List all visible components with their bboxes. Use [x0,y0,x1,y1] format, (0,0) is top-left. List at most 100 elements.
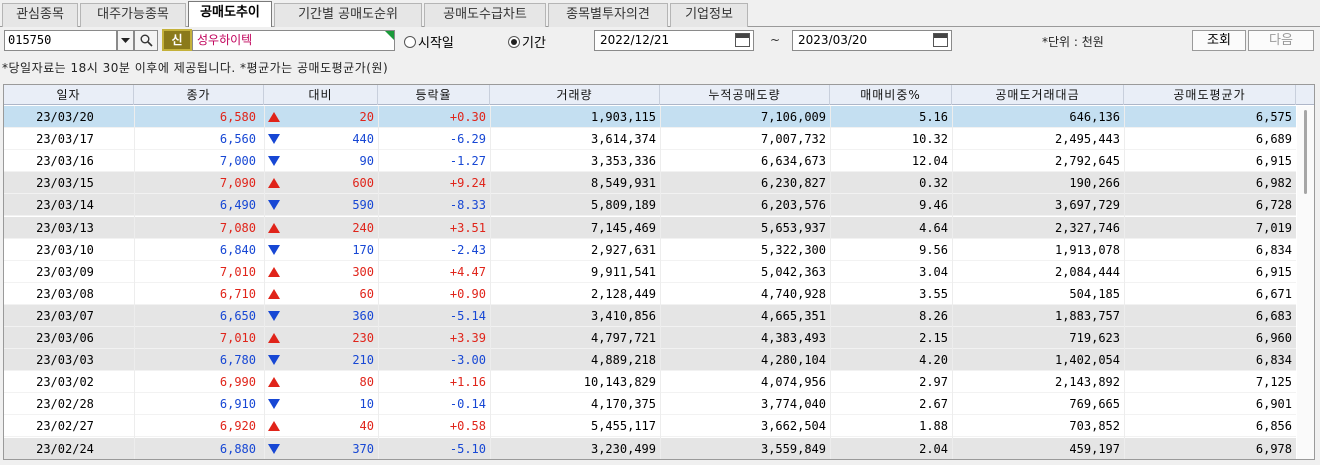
cell-change: 90 [359,154,374,169]
cell-volume: 2,128,449 [590,286,656,301]
up-triangle-icon [268,222,280,233]
table-row[interactable]: 23/03/13 7,080 240 +3.51 7,145,469 5,653,937 4… [4,216,1296,239]
cell-short-avg-price: 6,915 [1255,154,1292,169]
tab-watchlist[interactable]: 관심종목 [2,3,78,27]
cell-date: 23/03/15 [36,176,94,191]
cell-close: 6,490 [219,198,256,213]
table-row[interactable]: 23/03/02 6,990 80 +1.16 10,143,829 4,074,956 2… [4,371,1296,394]
cell-close: 6,880 [219,441,256,456]
calendar-icon[interactable] [933,33,948,47]
table-row[interactable]: 23/03/07 6,650 360 -5.14 3,410,856 4,665,351 8… [4,304,1296,327]
column-divider [952,106,953,459]
table-header: 일자 종가 대비 등락율 거래량 누적공매도량 매매비중% 공매도거래대금 공매… [4,85,1314,105]
down-triangle-icon [268,244,280,255]
table-row[interactable]: 23/03/06 7,010 230 +3.39 4,797,721 4,383,493 2… [4,327,1296,349]
scrollbar-thumb[interactable] [1304,110,1307,194]
radio-period[interactable]: 기간 [508,32,546,51]
code-search-button[interactable] [134,30,158,51]
query-button[interactable]: 조회 [1192,30,1246,51]
header-short-avg-price: 공매도평균가 [1124,85,1296,105]
cell-close: 6,780 [219,353,256,368]
cell-date: 23/03/17 [36,132,94,147]
cell-volume: 5,455,117 [590,419,656,434]
cell-volume: 9,911,541 [590,264,656,279]
cell-date: 23/03/09 [36,264,94,279]
cell-short-avg-price: 6,834 [1255,353,1292,368]
tab-borrowable-stocks[interactable]: 대주가능종목 [80,3,186,27]
cell-cumulative-short: 4,280,104 [760,353,826,368]
radio-start-date[interactable]: 시작일 [404,32,454,51]
table-row[interactable]: 23/03/15 7,090 600 +9.24 8,549,931 6,230,827 0… [4,172,1296,195]
table-row[interactable]: 23/03/20 6,580 20 +0.30 1,903,115 7,106,009 5.… [4,106,1296,128]
table-row[interactable]: 23/03/16 7,000 90 -1.27 3,353,336 6,634,673 12… [4,150,1296,173]
chevron-down-icon [121,37,130,43]
tab-investment-opinion[interactable]: 종목별투자의견 [548,3,668,27]
new-stock-badge[interactable]: 신 [162,29,192,51]
table-row[interactable]: 23/03/10 6,840 170 -2.43 2,927,631 5,322,300 9… [4,238,1296,261]
cell-rate: -6.29 [449,132,486,147]
cell-short-avg-price: 6,856 [1255,419,1292,434]
up-triangle-icon [268,178,280,189]
table-row[interactable]: 23/02/24 6,880 370 -5.10 3,230,499 3,559,849 2… [4,437,1296,459]
cell-trade-ratio: 4.64 [919,220,948,235]
cell-volume: 4,889,218 [590,353,656,368]
code-dropdown-button[interactable] [117,30,134,51]
table-row[interactable]: 23/03/09 7,010 300 +4.47 9,911,541 5,042,363 3… [4,260,1296,283]
tab-short-supply-chart[interactable]: 공매도수급차트 [424,3,546,27]
cell-short-avg-price: 6,901 [1255,397,1292,412]
cell-change: 240 [352,220,374,235]
cell-volume: 10,143,829 [583,375,656,390]
table-row[interactable]: 23/02/28 6,910 10 -0.14 4,170,375 3,774,040 2.… [4,393,1296,416]
down-triangle-icon [268,310,280,321]
radio-start-date-label: 시작일 [418,36,454,51]
tab-period-short-ranking[interactable]: 기간별 공매도순위 [274,3,422,27]
cell-date: 23/03/16 [36,154,94,169]
stock-code-input[interactable]: 015750 [4,30,117,51]
cell-date: 23/03/13 [36,220,94,235]
cell-rate: +3.51 [449,220,486,235]
cell-short-avg-price: 7,019 [1255,220,1292,235]
cell-change: 20 [359,110,374,124]
down-triangle-icon [268,355,280,366]
table-row[interactable]: 23/03/14 6,490 590 -8.33 5,809,189 6,203,576 9… [4,194,1296,217]
cell-date: 23/03/07 [36,308,94,323]
date-to-input[interactable]: 2023/03/20 [792,30,952,51]
cell-short-avg-price: 6,728 [1255,198,1292,213]
cell-trade-ratio: 2.04 [919,441,948,456]
cell-short-amount: 646,136 [1069,110,1120,124]
cell-cumulative-short: 3,774,040 [760,397,826,412]
calendar-icon[interactable] [735,33,750,47]
tab-short-selling-trend[interactable]: 공매도추이 [188,1,272,28]
table-row[interactable]: 23/02/27 6,920 40 +0.58 5,455,117 3,662,504 1.… [4,415,1296,438]
cell-short-avg-price: 6,671 [1255,286,1292,301]
cell-volume: 7,145,469 [590,220,656,235]
vertical-scrollbar[interactable] [1297,106,1314,459]
up-triangle-icon [268,288,280,299]
cell-close: 7,000 [219,154,256,169]
cell-cumulative-short: 4,740,928 [760,286,826,301]
down-triangle-icon [268,200,280,211]
cell-short-amount: 459,197 [1069,441,1120,456]
cell-rate: -0.14 [449,397,486,412]
tab-bar: 관심종목 대주가능종목 공매도추이 기간별 공매도순위 공매도수급차트 종목별투… [0,0,1320,28]
date-from-input[interactable]: 2022/12/21 [594,30,754,51]
table-row[interactable]: 23/03/17 6,560 440 -6.29 3,614,374 7,007,732 1… [4,128,1296,151]
cell-short-avg-price: 6,683 [1255,308,1292,323]
cell-date: 23/03/06 [36,331,94,345]
cell-close: 7,010 [219,264,256,279]
cell-short-avg-price: 6,689 [1255,132,1292,147]
radio-selected-icon [508,35,520,48]
next-button[interactable]: 다음 [1248,30,1314,51]
tab-company-info[interactable]: 기업정보 [670,3,748,27]
cell-change: 10 [359,397,374,412]
table-row[interactable]: 23/03/03 6,780 210 -3.00 4,889,218 4,280,104 4… [4,349,1296,372]
column-divider [134,106,135,459]
cell-close: 6,560 [219,132,256,147]
cell-close: 6,990 [219,375,256,390]
cell-change: 440 [352,132,374,147]
table-row[interactable]: 23/03/08 6,710 60 +0.90 2,128,449 4,740,928 3.… [4,282,1296,305]
cell-cumulative-short: 6,203,576 [760,198,826,213]
cell-volume: 4,170,375 [590,397,656,412]
cell-short-amount: 190,266 [1069,176,1120,191]
cell-short-amount: 1,913,078 [1054,242,1120,257]
